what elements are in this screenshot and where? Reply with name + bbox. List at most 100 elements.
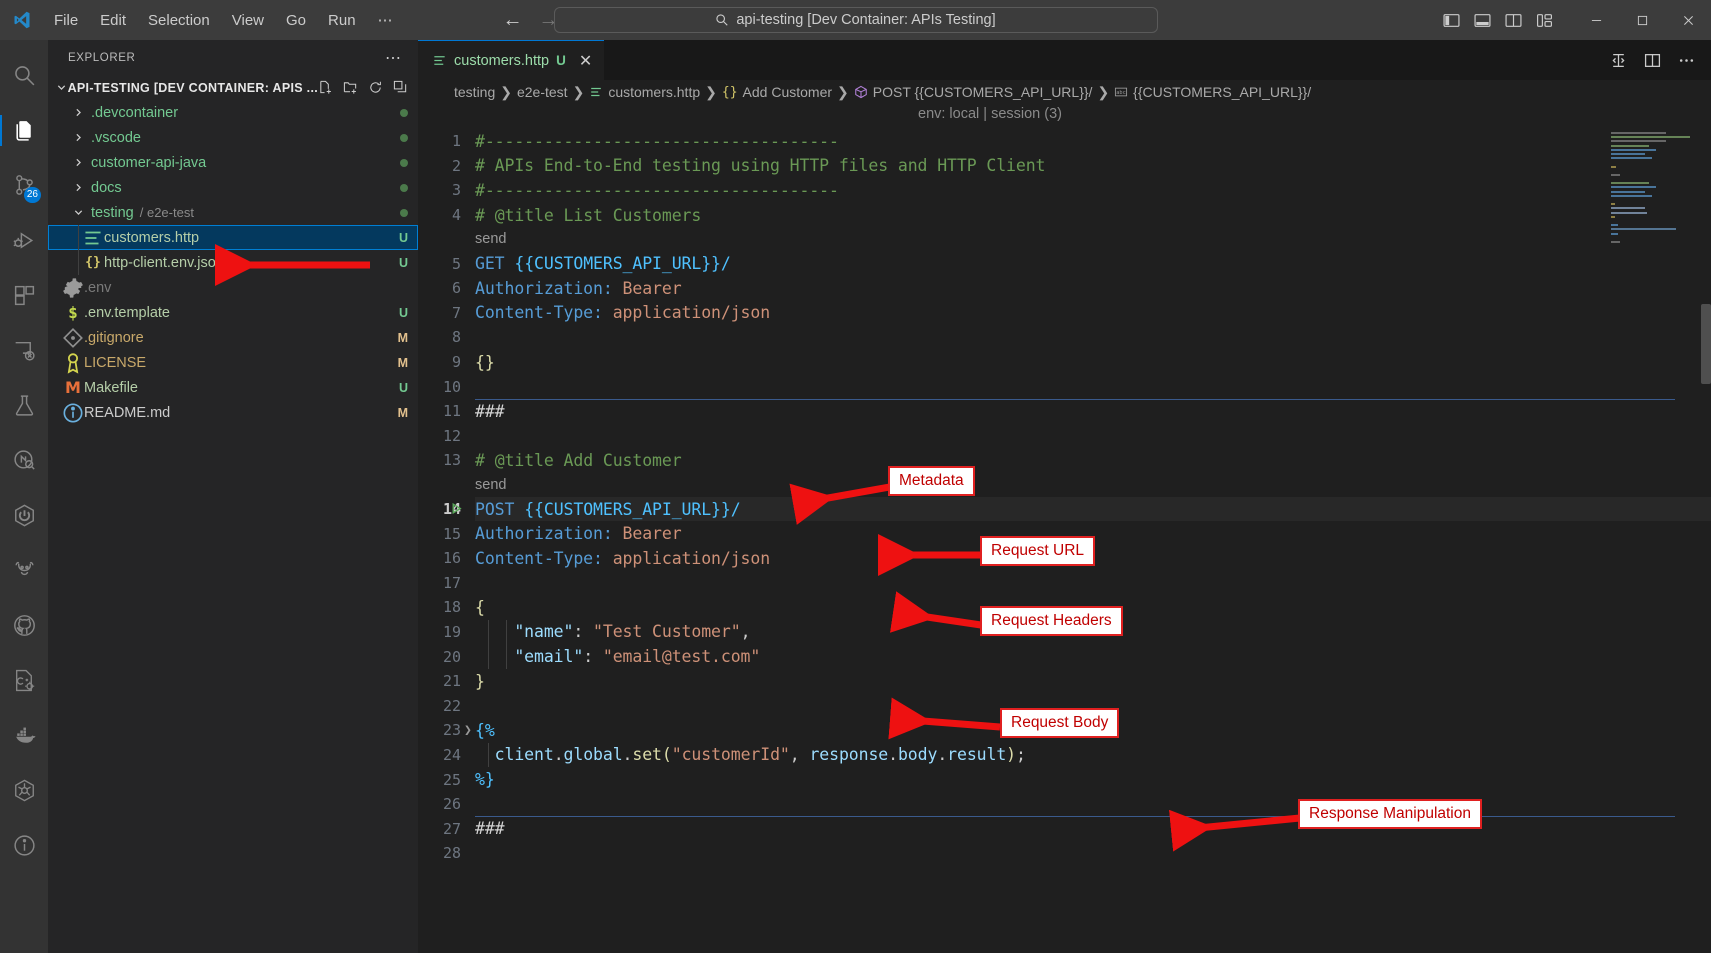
chevron-down-icon[interactable] [70, 207, 86, 218]
explorer-icon[interactable] [0, 103, 48, 158]
menu-file[interactable]: File [44, 8, 88, 33]
chevron-right-icon[interactable] [70, 132, 86, 143]
git-file-icon [62, 327, 84, 349]
sidebar-item-label: LICENSE [84, 354, 147, 371]
breadcrumb-item-post-request[interactable]: POST {{CUSTOMERS_API_URL}}/ [854, 84, 1092, 100]
extensions-icon[interactable] [0, 268, 48, 323]
code-line: 12 [418, 424, 1711, 449]
menu-go[interactable]: Go [276, 8, 316, 33]
sidebar-item-env-template[interactable]: $ .env.template U [48, 300, 418, 325]
sidebar-item-testing-e2e-test[interactable]: testing / e2e-test [48, 200, 418, 225]
sidebar-item-readme[interactable]: README.md M [48, 400, 418, 425]
chevron-right-icon[interactable] [70, 107, 86, 118]
sidebar-title: EXPLORER [68, 51, 136, 64]
http-env-status[interactable]: env: local | session (3) [918, 106, 1062, 122]
more-actions-icon[interactable] [1678, 52, 1695, 69]
tree-root-folder[interactable]: API-TESTING [DEV CONTAINER: APIS ... [48, 75, 418, 100]
remote-explorer-icon[interactable] [0, 323, 48, 378]
toggle-secondary-sidebar-icon[interactable] [1505, 12, 1522, 29]
ellipsis-icon[interactable]: ⋯ [377, 48, 410, 68]
run-and-debug-icon[interactable] [0, 213, 48, 268]
breadcrumb-item-add-customer[interactable]: {} Add Customer [722, 84, 832, 100]
kubernetes-icon[interactable] [0, 763, 48, 818]
sidebar-item-devcontainer[interactable]: .devcontainer [48, 100, 418, 125]
split-editor-vertical-icon[interactable] [1610, 52, 1627, 69]
sidebar-item-customers-http[interactable]: customers.http U [48, 225, 418, 250]
line-content: #------------------------------------ [475, 180, 839, 200]
line-number: 16 [442, 549, 461, 568]
sidebar-item-label: customer-api-java [91, 154, 207, 171]
sidebar-item-vscode[interactable]: .vscode [48, 125, 418, 150]
collapse-all-icon[interactable] [393, 80, 408, 95]
toggle-primary-sidebar-icon[interactable] [1443, 12, 1460, 29]
new-file-icon[interactable] [318, 80, 333, 95]
chevron-right-icon[interactable] [70, 157, 86, 168]
git-status-badge: U [398, 305, 408, 320]
menu-selection[interactable]: Selection [138, 8, 220, 33]
breadcrumb-item-customers-http[interactable]: customers.http [589, 84, 700, 100]
sidebar-item-label: Makefile [84, 379, 138, 396]
sidebar-item-label: .gitignore [84, 329, 144, 346]
line-content: "name": "Test Customer", [514, 622, 751, 642]
search-icon[interactable] [0, 48, 48, 103]
menu-more[interactable]: ⋯ [368, 7, 403, 33]
code-lines: 1 #------------------------------------ 2… [418, 129, 1711, 866]
sidebar-item-license[interactable]: LICENSE M [48, 350, 418, 375]
line-content: client.global.set("customerId", response… [494, 745, 1026, 765]
quick-input-search[interactable]: api-testing [Dev Container: APIs Testing… [553, 7, 1158, 33]
chevron-right-icon[interactable] [70, 182, 86, 193]
breadcrumb-item-url[interactable]: abc {{CUSTOMERS_API_URL}}/ [1114, 84, 1311, 100]
breadcrumb-item-e2e-test[interactable]: e2e-test [517, 84, 568, 100]
line-content: #------------------------------------ [475, 131, 839, 151]
docker-icon[interactable] [0, 708, 48, 763]
sidebar-item-gitignore[interactable]: .gitignore M [48, 325, 418, 350]
code-editor[interactable]: env: local | session (3) 1 #------------… [418, 104, 1711, 953]
codelens-send-link[interactable]: send [475, 231, 506, 247]
code-line: 24 client.global.set("customerId", respo… [418, 742, 1711, 768]
code-line: 27 ### [418, 816, 1711, 841]
customize-layout-icon[interactable] [1536, 12, 1553, 29]
breadcrumb-item-testing[interactable]: testing [454, 84, 495, 100]
menu-edit[interactable]: Edit [90, 8, 136, 33]
source-control-icon[interactable]: 26 [0, 158, 48, 213]
sidebar-item-label: .env.template [84, 304, 170, 321]
gradle-bull-icon[interactable] [0, 543, 48, 598]
tab-customers-http[interactable]: customers.http U ✕ [418, 40, 605, 80]
sidebar-item-customer-api-java[interactable]: customer-api-java [48, 150, 418, 175]
rest-client-icon[interactable] [0, 433, 48, 488]
info-icon[interactable] [0, 818, 48, 873]
menu-run[interactable]: Run [318, 8, 366, 33]
line-number: 3 [451, 181, 461, 200]
breadcrumb-label: Add Customer [742, 84, 833, 100]
window-minimize-button[interactable] [1573, 0, 1619, 40]
sidebar-item-makefile[interactable]: M Makefile U [48, 375, 418, 400]
window-maximize-button[interactable] [1619, 0, 1665, 40]
activity-bar: 26 [0, 40, 48, 953]
line-number: 12 [442, 426, 461, 445]
cpp-config-icon[interactable] [0, 653, 48, 708]
close-icon[interactable]: ✕ [579, 51, 592, 71]
window-close-button[interactable] [1665, 0, 1711, 40]
sidebar-item-docs[interactable]: docs [48, 175, 418, 200]
refresh-icon[interactable] [368, 80, 383, 95]
dollar-file-icon: $ [68, 303, 78, 322]
testing-icon[interactable] [0, 378, 48, 433]
run-request-icon[interactable] [450, 502, 464, 516]
power-icon[interactable] [0, 488, 48, 543]
fold-chevron-icon[interactable]: ❯ [464, 723, 472, 738]
menu-view[interactable]: View [222, 8, 274, 33]
sidebar-item-http-client-env-json[interactable]: {} http-client.env.json U [48, 250, 418, 275]
sidebar-item-env[interactable]: .env [48, 275, 418, 300]
arrow-left-icon[interactable]: ← [503, 10, 523, 30]
annotation-response-manipulation: Response Manipulation [1298, 799, 1482, 829]
github-icon[interactable] [0, 598, 48, 653]
chevron-down-icon[interactable] [56, 82, 68, 93]
line-number: 10 [442, 377, 461, 396]
toggle-panel-icon[interactable] [1474, 12, 1491, 29]
codelens-send-link[interactable]: send [475, 477, 506, 493]
line-content: %} [475, 770, 495, 790]
line-content: ### [475, 819, 505, 839]
sidebar-item-label: http-client.env.json [104, 254, 224, 271]
new-folder-icon[interactable] [343, 80, 358, 95]
split-editor-icon[interactable] [1644, 52, 1661, 69]
